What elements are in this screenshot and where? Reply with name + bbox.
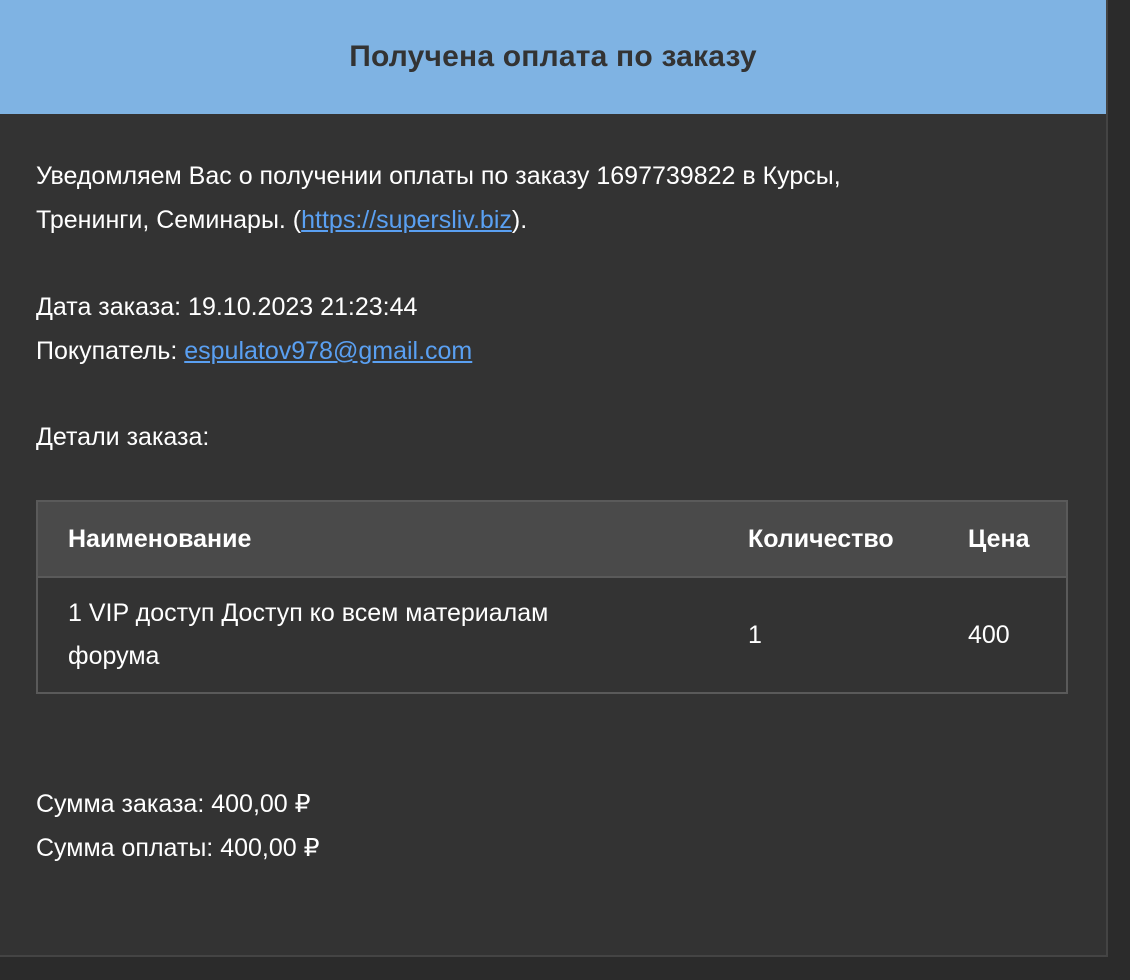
intro-text-end: ). (511, 206, 528, 234)
buyer-label: Покупатель: (36, 337, 185, 365)
email-header: Получена оплата по заказу (0, 0, 1106, 114)
intro-text-line2: Тренинги, Семинары. ( (36, 206, 302, 234)
order-date: Дата заказа: 19.10.2023 21:23:44 (36, 285, 1070, 329)
item-name-line1: 1 VIP доступ Доступ ко всем материалам (68, 599, 549, 627)
item-price: 400 (968, 620, 1010, 649)
column-header-quantity: Количество (718, 501, 940, 578)
email-title: Получена оплата по заказу (349, 40, 757, 73)
item-quantity: 1 (748, 620, 762, 649)
intro-text-line1: Уведомляем Вас о получении оплаты по зак… (36, 162, 841, 190)
table-header-row: Наименование Количество Цена (37, 501, 1067, 578)
site-link[interactable]: https://supersliv.biz (301, 206, 512, 234)
intro-paragraph: Уведомляем Вас о получении оплаты по зак… (36, 154, 1070, 242)
order-sum: Сумма заказа: 400,00 ₽ (36, 790, 311, 818)
email-message: Получена оплата по заказу Уведомляем Вас… (0, 0, 1108, 957)
table-row: 1 VIP доступ Доступ ко всем материалам ф… (37, 577, 1067, 693)
order-date-value: 19.10.2023 21:23:44 (188, 293, 418, 321)
item-name-line2: форума (68, 642, 160, 670)
order-date-label: Дата заказа: (36, 293, 189, 321)
details-label: Детали заказа: (36, 423, 210, 451)
payment-sum: Сумма оплаты: 400,00 ₽ (36, 834, 320, 862)
item-name: 1 VIP доступ Доступ ко всем материалам ф… (37, 577, 718, 693)
buyer-email-link[interactable]: espulatov978@gmail.com (184, 337, 472, 365)
column-header-name: Наименование (37, 501, 718, 578)
buyer: Покупатель: espulatov978@gmail.com (36, 329, 1070, 373)
totals: Сумма заказа: 400,00 ₽ Сумма оплаты: 400… (36, 782, 1070, 870)
column-header-price: Цена (940, 501, 1067, 578)
order-table: Наименование Количество Цена 1 VIP досту… (36, 500, 1068, 694)
email-body: Уведомляем Вас о получении оплаты по зак… (0, 114, 1106, 870)
